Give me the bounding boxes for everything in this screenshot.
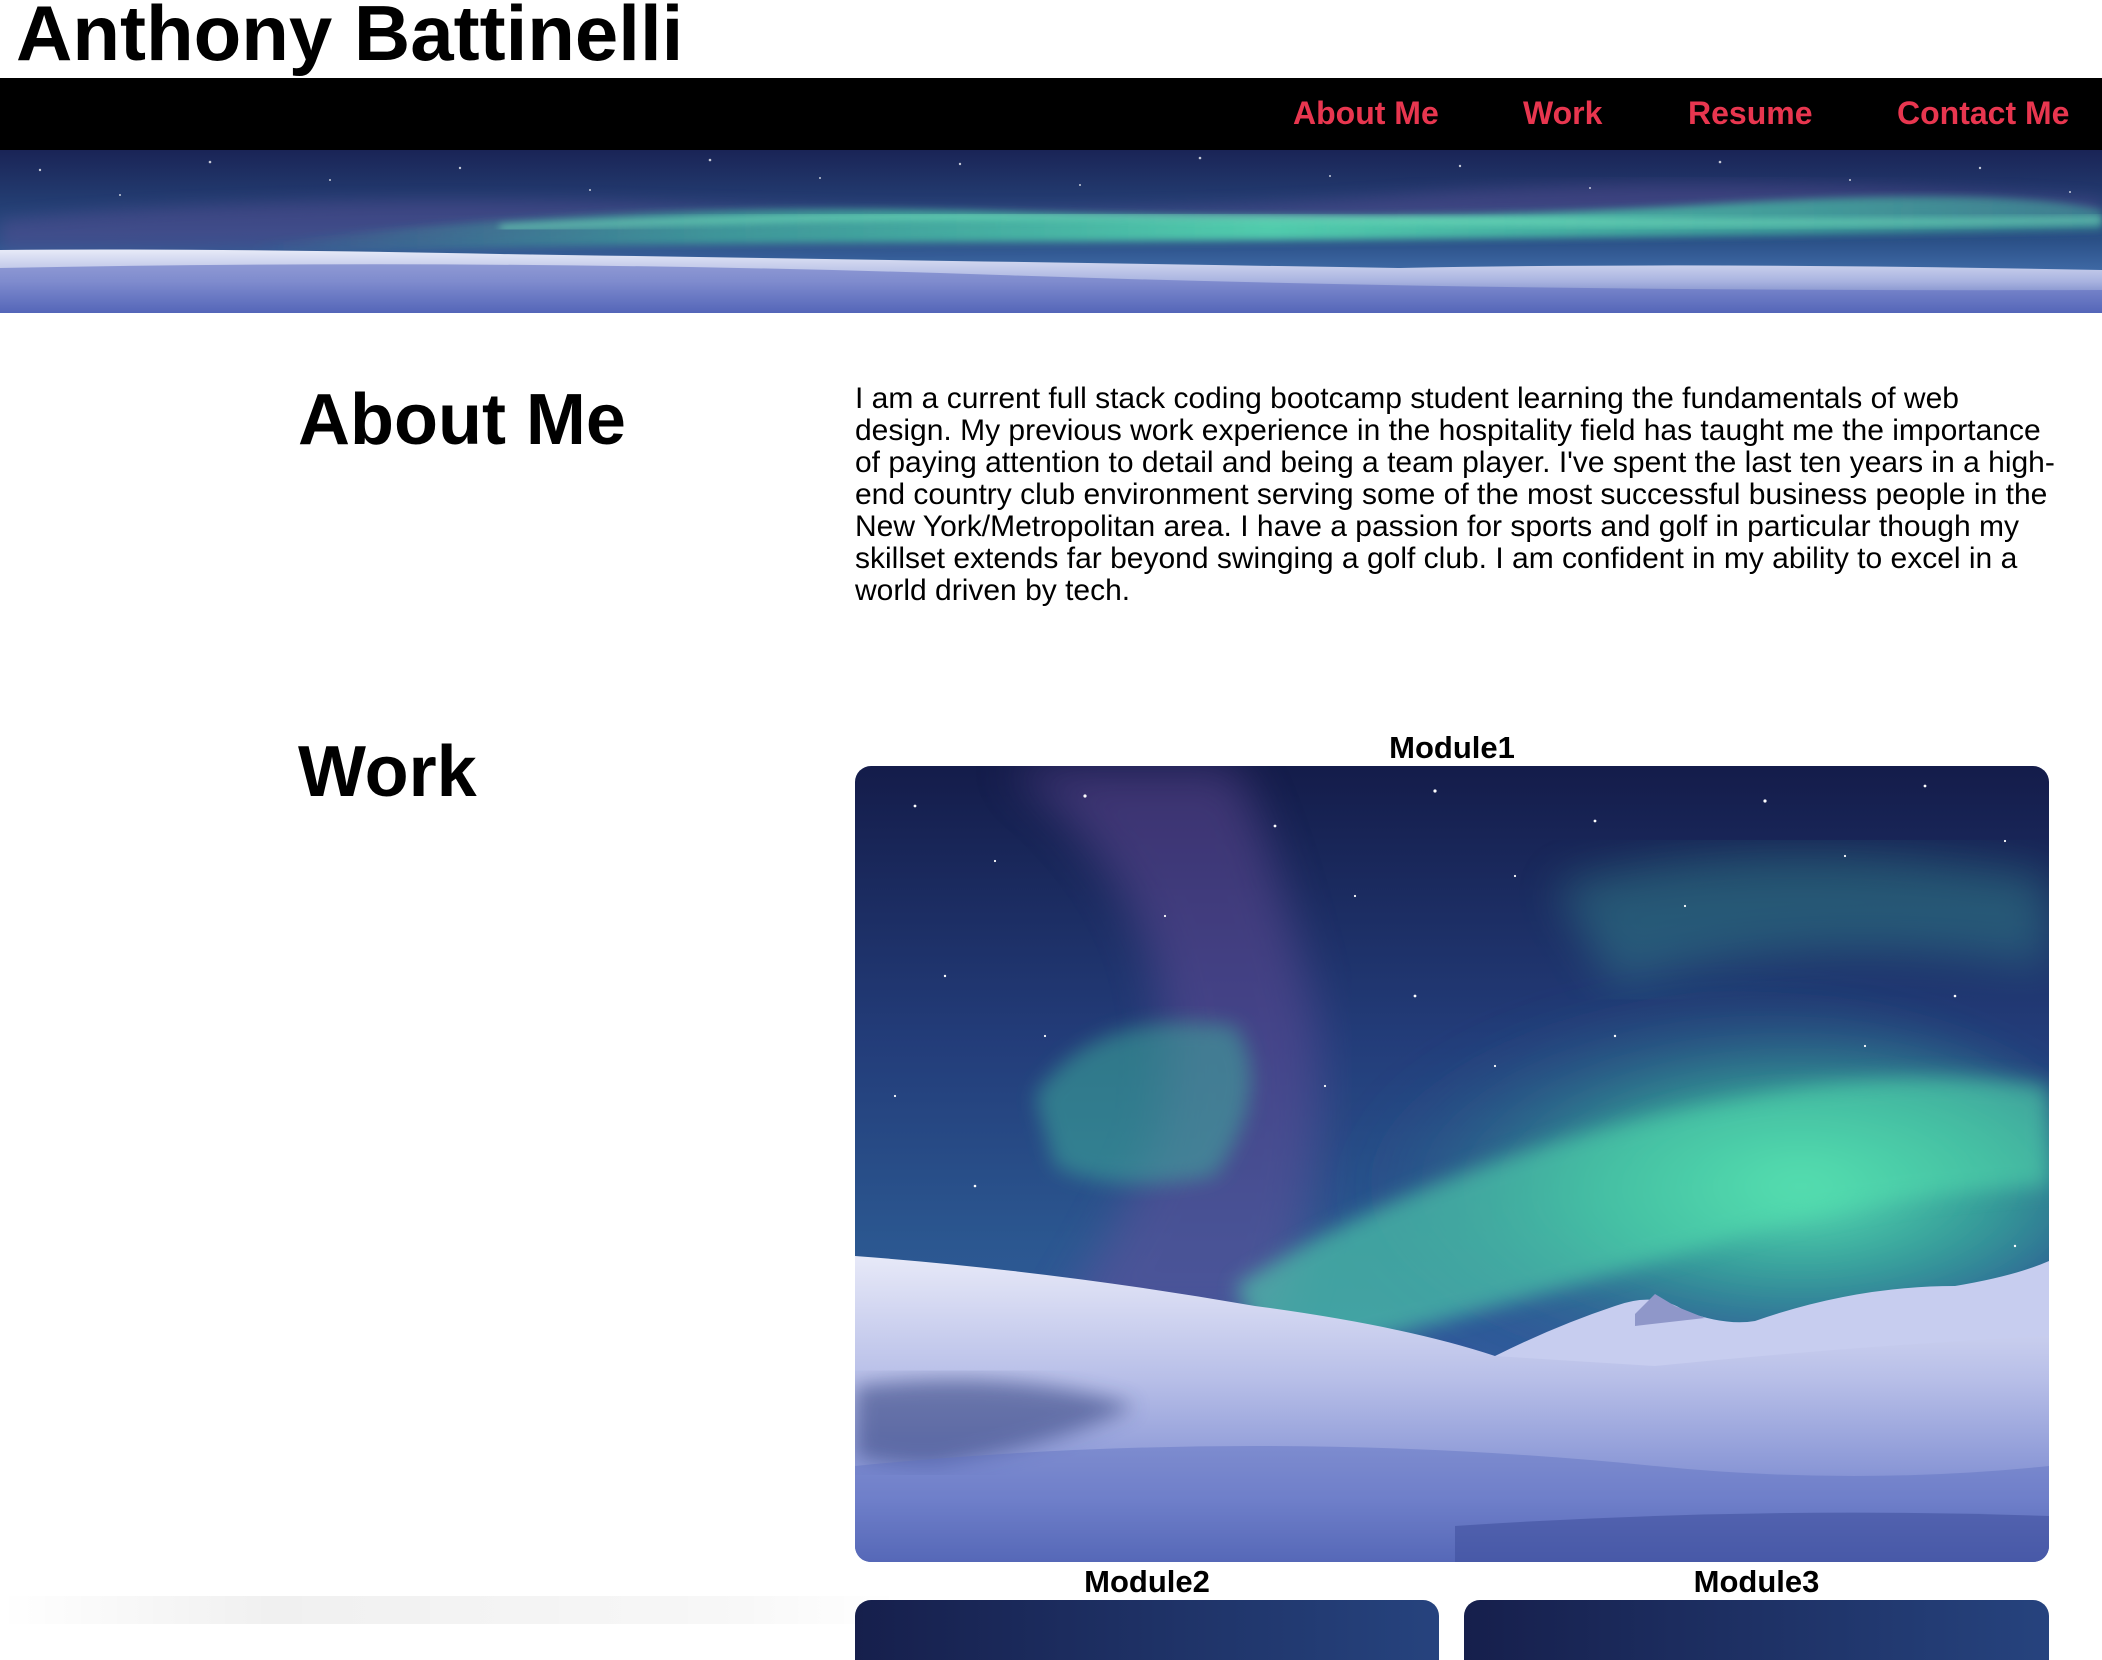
nav-link-resume[interactable]: Resume [1688, 78, 1813, 150]
top-navbar: About Me Work Resume Contact Me [0, 78, 2102, 150]
site-title: Anthony Battinelli [16, 0, 684, 77]
module2-card[interactable] [855, 1600, 1439, 1660]
about-paragraph: I am a current full stack coding bootcam… [855, 382, 2055, 607]
module2-aurora-image [855, 1600, 1439, 1660]
bottom-window-shadow [0, 1596, 900, 1624]
work-heading: Work [298, 732, 477, 812]
about-heading: About Me [298, 380, 626, 460]
module3-aurora-image [1464, 1600, 2049, 1660]
module3-title: Module3 [1693, 1564, 1820, 1599]
module3-card[interactable] [1464, 1600, 2049, 1660]
module1-card[interactable] [855, 766, 2049, 1562]
nav-link-about-me[interactable]: About Me [1293, 78, 1439, 150]
hero-banner-image [0, 150, 2102, 313]
module2-title: Module2 [1084, 1564, 1210, 1599]
module1-aurora-image [855, 766, 2049, 1562]
nav-link-contact-me[interactable]: Contact Me [1897, 78, 2069, 150]
module1-title: Module1 [1389, 730, 1515, 765]
nav-link-work[interactable]: Work [1523, 78, 1602, 150]
